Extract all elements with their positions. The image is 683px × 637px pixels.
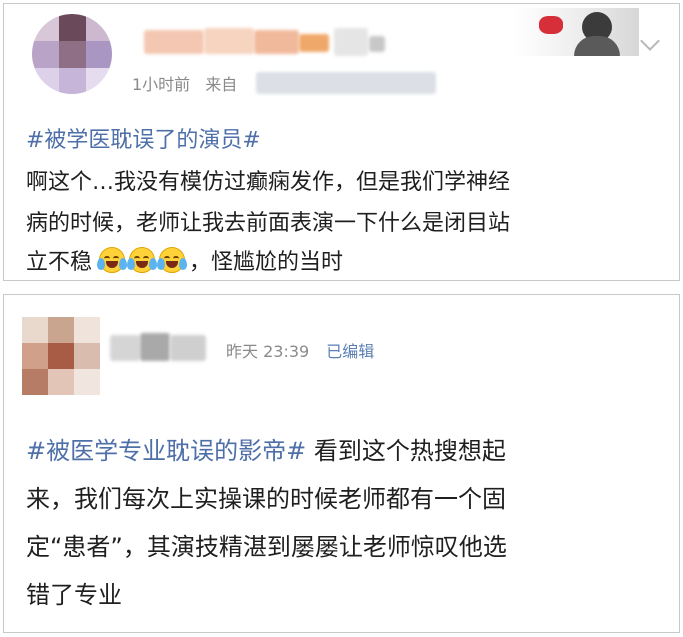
avatar[interactable] bbox=[32, 14, 112, 94]
post-text-line-1: #被医学专业耽误的影帝# 看到这个热搜想起 bbox=[26, 431, 506, 466]
post-text-line-2: 来，我们每次上实操课的时候老师都有一个固 bbox=[26, 485, 506, 513]
source-blurred bbox=[256, 72, 436, 94]
post-text-line-3-end: ，怪尴尬的当时 bbox=[189, 250, 344, 275]
chevron-down-icon[interactable] bbox=[640, 31, 660, 51]
post-text-line-3: 定“患者”，其演技精湛到屡屡让老师惊叹他选 bbox=[26, 533, 507, 561]
post-time: 昨天 23:39 bbox=[226, 342, 310, 361]
post-hashtag[interactable]: #被医学专业耽误的影帝# bbox=[26, 437, 306, 465]
post-source[interactable]: 来自 bbox=[205, 75, 237, 94]
card-decoration-image bbox=[514, 8, 639, 56]
post-meta: 昨天 23:39 已编辑 bbox=[226, 338, 374, 362]
post-card-1: 1小时前 来自 #被学医耽误了的演员# 啊这个…我没有模仿过癫痫发作，但是我们学… bbox=[3, 3, 680, 281]
avatar[interactable] bbox=[22, 317, 100, 395]
post-text-line-2: 病的时候，老师让我去前面表演一下什么是闭目站 bbox=[26, 211, 511, 236]
post-text-line-4: 错了专业 bbox=[26, 581, 122, 609]
laugh-cry-icon bbox=[157, 247, 188, 273]
post-text-line-1: 啊这个…我没有模仿过癫痫发作，但是我们学神经 bbox=[26, 170, 511, 195]
laugh-cry-icon bbox=[97, 247, 128, 273]
post-hashtag[interactable]: #被学医耽误了的演员# bbox=[26, 122, 261, 154]
laugh-cry-icon bbox=[127, 247, 158, 273]
post-card-2: 昨天 23:39 已编辑 #被医学专业耽误的影帝# 看到这个热搜想起 来，我们每… bbox=[3, 294, 680, 633]
post-text-line-3: 立不稳 ，怪尴尬的当时 bbox=[26, 244, 343, 276]
post-time: 1小时前 bbox=[132, 75, 191, 94]
post-meta: 1小时前 来自 bbox=[132, 71, 237, 95]
post-text-line-1-rest: 看到这个热搜想起 bbox=[306, 437, 506, 465]
post-text-line-3-start: 立不稳 bbox=[26, 250, 93, 275]
edited-label[interactable]: 已编辑 bbox=[326, 342, 374, 361]
